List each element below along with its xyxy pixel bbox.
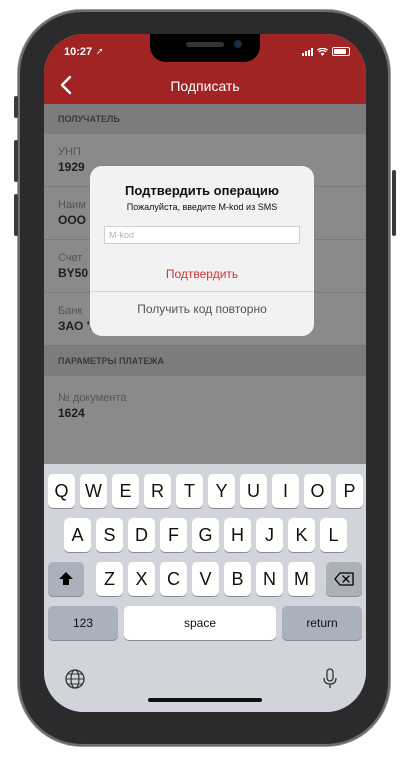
field-label: № документа xyxy=(58,392,127,404)
key-o[interactable]: O xyxy=(304,474,331,508)
field-document-number[interactable]: № документа 1624 xyxy=(44,376,366,438)
volume-up-button xyxy=(14,140,18,182)
key-b[interactable]: B xyxy=(224,562,251,596)
backspace-icon xyxy=(334,572,354,586)
home-indicator[interactable] xyxy=(148,698,262,702)
screen: 10:27 ➚ Подписать ПОЛУЧАТЕЛЬ УНП 1929 На… xyxy=(44,34,366,712)
field-label: УНП xyxy=(58,146,81,158)
key-v[interactable]: V xyxy=(192,562,219,596)
space-key[interactable]: space xyxy=(124,606,276,640)
key-q[interactable]: Q xyxy=(48,474,75,508)
resend-code-button[interactable]: Получить код повторно xyxy=(90,292,314,326)
wifi-icon xyxy=(317,47,328,56)
keyboard-row-1: Q W E R T Y U I O P xyxy=(44,474,366,510)
key-f[interactable]: F xyxy=(160,518,187,552)
section-header-payment: ПАРАМЕТРЫ ПЛАТЕЖА xyxy=(44,346,366,376)
key-m[interactable]: M xyxy=(288,562,315,596)
key-l[interactable]: L xyxy=(320,518,347,552)
key-c[interactable]: C xyxy=(160,562,187,596)
key-g[interactable]: G xyxy=(192,518,219,552)
signal-icon xyxy=(302,47,313,56)
field-value: 1624 xyxy=(58,406,85,420)
sms-code-input[interactable] xyxy=(104,226,300,244)
key-r[interactable]: R xyxy=(144,474,171,508)
keyboard-row-4: 123 space return xyxy=(44,606,366,642)
battery-icon xyxy=(332,47,350,56)
confirm-button[interactable]: Подтвердить xyxy=(90,257,314,291)
nav-bar: Подписать xyxy=(44,68,366,104)
notch xyxy=(150,34,260,62)
key-e[interactable]: E xyxy=(112,474,139,508)
speaker xyxy=(186,42,224,47)
key-s[interactable]: S xyxy=(96,518,123,552)
key-n[interactable]: N xyxy=(256,562,283,596)
key-t[interactable]: T xyxy=(176,474,203,508)
key-z[interactable]: Z xyxy=(96,562,123,596)
front-camera xyxy=(234,40,242,48)
return-key[interactable]: return xyxy=(282,606,362,640)
key-a[interactable]: A xyxy=(64,518,91,552)
confirm-dialog: Подтвердить операцию Пожалуйста, введите… xyxy=(90,166,314,336)
backspace-key[interactable] xyxy=(326,562,362,596)
status-time: 10:27 xyxy=(64,46,93,58)
globe-icon[interactable] xyxy=(64,668,86,690)
keyboard-row-2: A S D F G H J K L xyxy=(44,518,366,554)
status-icons xyxy=(302,47,350,56)
key-w[interactable]: W xyxy=(80,474,107,508)
numbers-key[interactable]: 123 xyxy=(48,606,118,640)
key-j[interactable]: J xyxy=(256,518,283,552)
dialog-title: Подтвердить операцию xyxy=(125,183,279,198)
key-i[interactable]: I xyxy=(272,474,299,508)
key-x[interactable]: X xyxy=(128,562,155,596)
mute-switch xyxy=(14,96,18,118)
microphone-icon[interactable] xyxy=(322,668,338,690)
location-arrow-icon: ➚ xyxy=(96,46,104,56)
shift-key[interactable] xyxy=(48,562,84,596)
page-title: Подписать xyxy=(170,78,240,94)
key-d[interactable]: D xyxy=(128,518,155,552)
dialog-message: Пожалуйста, введите M-kod из SMS xyxy=(126,202,278,212)
key-p[interactable]: P xyxy=(336,474,363,508)
keyboard: Q W E R T Y U I O P A S D F G H J K L Z … xyxy=(44,464,366,712)
key-k[interactable]: K xyxy=(288,518,315,552)
key-h[interactable]: H xyxy=(224,518,251,552)
section-header-recipient: ПОЛУЧАТЕЛЬ xyxy=(44,104,366,134)
shift-arrow-icon xyxy=(59,572,73,585)
volume-down-button xyxy=(14,194,18,236)
key-y[interactable]: Y xyxy=(208,474,235,508)
key-u[interactable]: U xyxy=(240,474,267,508)
power-button xyxy=(392,170,396,236)
keyboard-row-3: Z X C V B N M xyxy=(44,562,366,598)
